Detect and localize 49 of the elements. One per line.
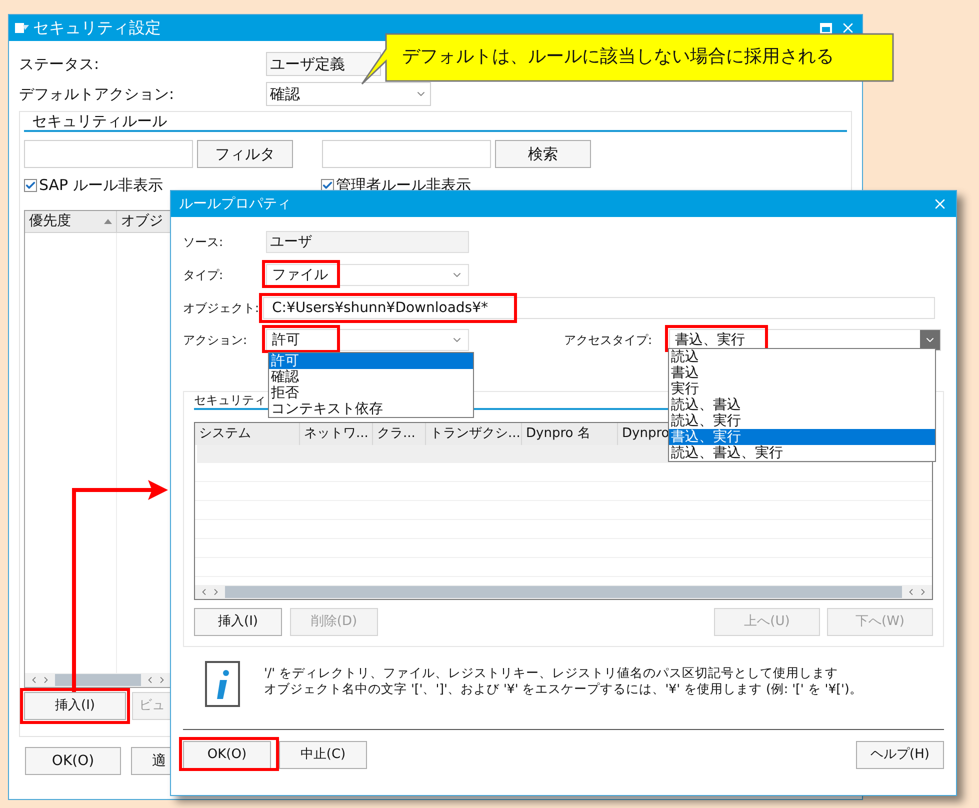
dropdown-option[interactable]: 許可 [269, 353, 473, 369]
dropdown-arrow-button[interactable] [920, 330, 940, 350]
search-button[interactable]: 検索 [495, 140, 591, 168]
search-field[interactable] [322, 140, 491, 168]
field-label: ソース: [183, 234, 224, 251]
rule-button[interactable]: 挿入(I) [24, 692, 126, 720]
info-icon [205, 661, 240, 707]
dialog-button[interactable]: 挿入(I) [194, 608, 282, 636]
dialog-button[interactable]: ヘルプ(H) [856, 741, 944, 769]
field-label: タイプ: [183, 267, 224, 284]
dropdown-option[interactable]: コンテキスト依存 [269, 401, 473, 417]
field-label: デフォルトアクション: [19, 84, 176, 105]
text-field[interactable]: ユーザ定義 [266, 52, 381, 76]
dropdown-option[interactable]: 書込、実行 [669, 429, 935, 445]
dropdown-option[interactable]: 読込、実行 [669, 413, 935, 429]
maximize-icon[interactable] [820, 22, 832, 34]
info-text: '/' をディレクトリ、ファイル、レジストリキー、レジストリ値名のパス区切記号として使用します [264, 665, 838, 681]
checkbox[interactable] [24, 178, 37, 192]
field-label: アクセスタイプ: [564, 332, 654, 349]
dropdown[interactable]: ファイル [266, 264, 469, 286]
dropdown-option[interactable]: 読込、書込 [669, 397, 935, 413]
dropdown-option[interactable]: 読込、書込、実行 [669, 445, 935, 461]
column-header[interactable]: 優先度 [25, 211, 117, 232]
horizontal-scrollbar[interactable] [195, 585, 932, 599]
checkbox-label: SAP ルール非表示 [39, 176, 163, 194]
window-icon [15, 22, 29, 34]
dropdown[interactable]: 確認 [266, 82, 431, 106]
field-label: ステータス: [19, 54, 100, 75]
field-label: アクション: [183, 332, 248, 349]
dropdown-option[interactable]: 読込 [669, 349, 935, 365]
footer-button[interactable]: OK(O) [25, 747, 121, 775]
group-title: セキュリティ [194, 392, 266, 408]
checkbox[interactable] [321, 178, 334, 192]
dropdown[interactable]: 許可 [266, 329, 469, 351]
filter-button[interactable]: フィルタ [197, 140, 293, 168]
dialog-button[interactable]: OK(O) [183, 741, 271, 769]
filter-field[interactable] [24, 140, 193, 168]
dropdown-option[interactable]: 実行 [669, 381, 935, 397]
dropdown-option[interactable]: 拒否 [269, 385, 473, 401]
dialog-button[interactable]: 中止(C) [279, 741, 367, 769]
callout-text: デフォルトは、ルールに該当しない場合に採用される [402, 45, 834, 69]
window-title: セキュリティ設定 [33, 17, 161, 39]
field-label: オブジェクト: [183, 300, 260, 317]
group-title: セキュリティルール [32, 112, 167, 130]
info-text: オブジェクト名中の文字 '['、']'、および '¥' をエスケープするには、'¥' を使用します (例: '[' を '¥[')。 [264, 681, 862, 697]
dropdown-option[interactable]: 書込 [669, 365, 935, 381]
horizontal-scrollbar[interactable] [25, 673, 171, 687]
dropdown-option[interactable]: 確認 [269, 369, 473, 385]
dialog-title: ルールプロパティ [179, 194, 292, 214]
